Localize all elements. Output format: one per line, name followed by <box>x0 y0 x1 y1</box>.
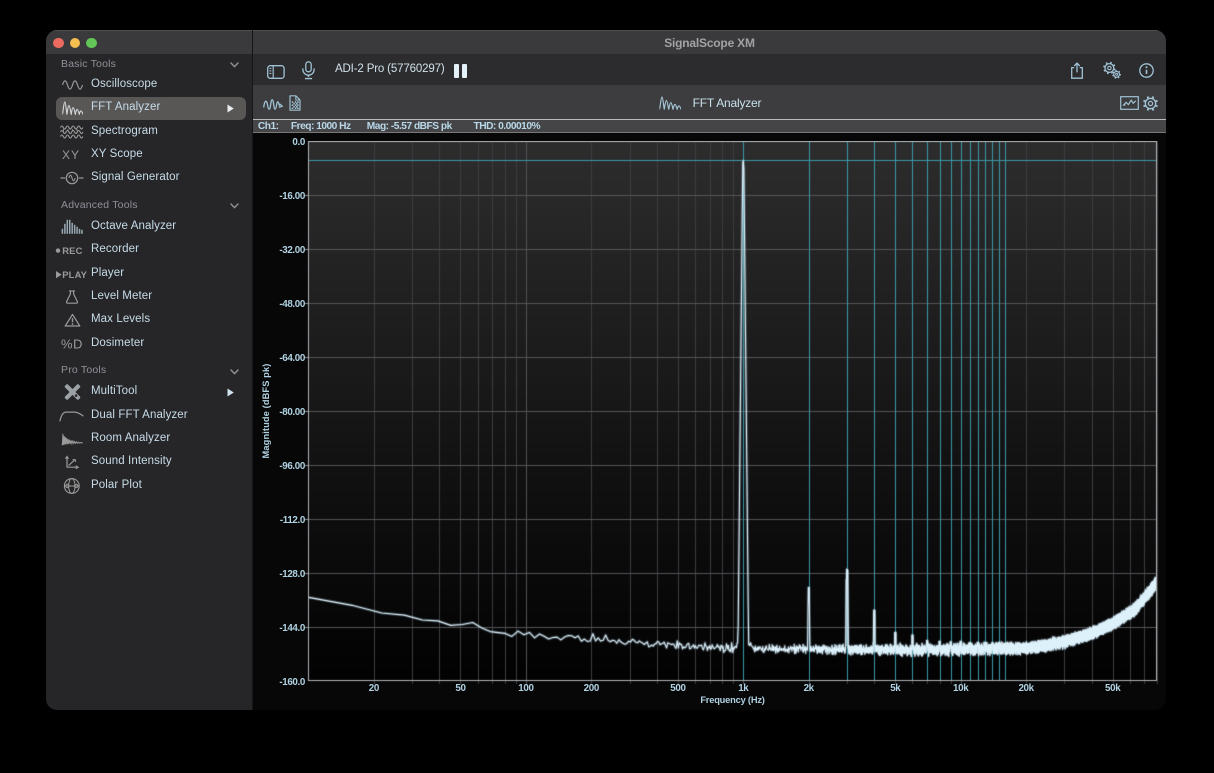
svg-text:PLAY: PLAY <box>62 269 87 280</box>
svg-text:REC: REC <box>62 245 82 256</box>
